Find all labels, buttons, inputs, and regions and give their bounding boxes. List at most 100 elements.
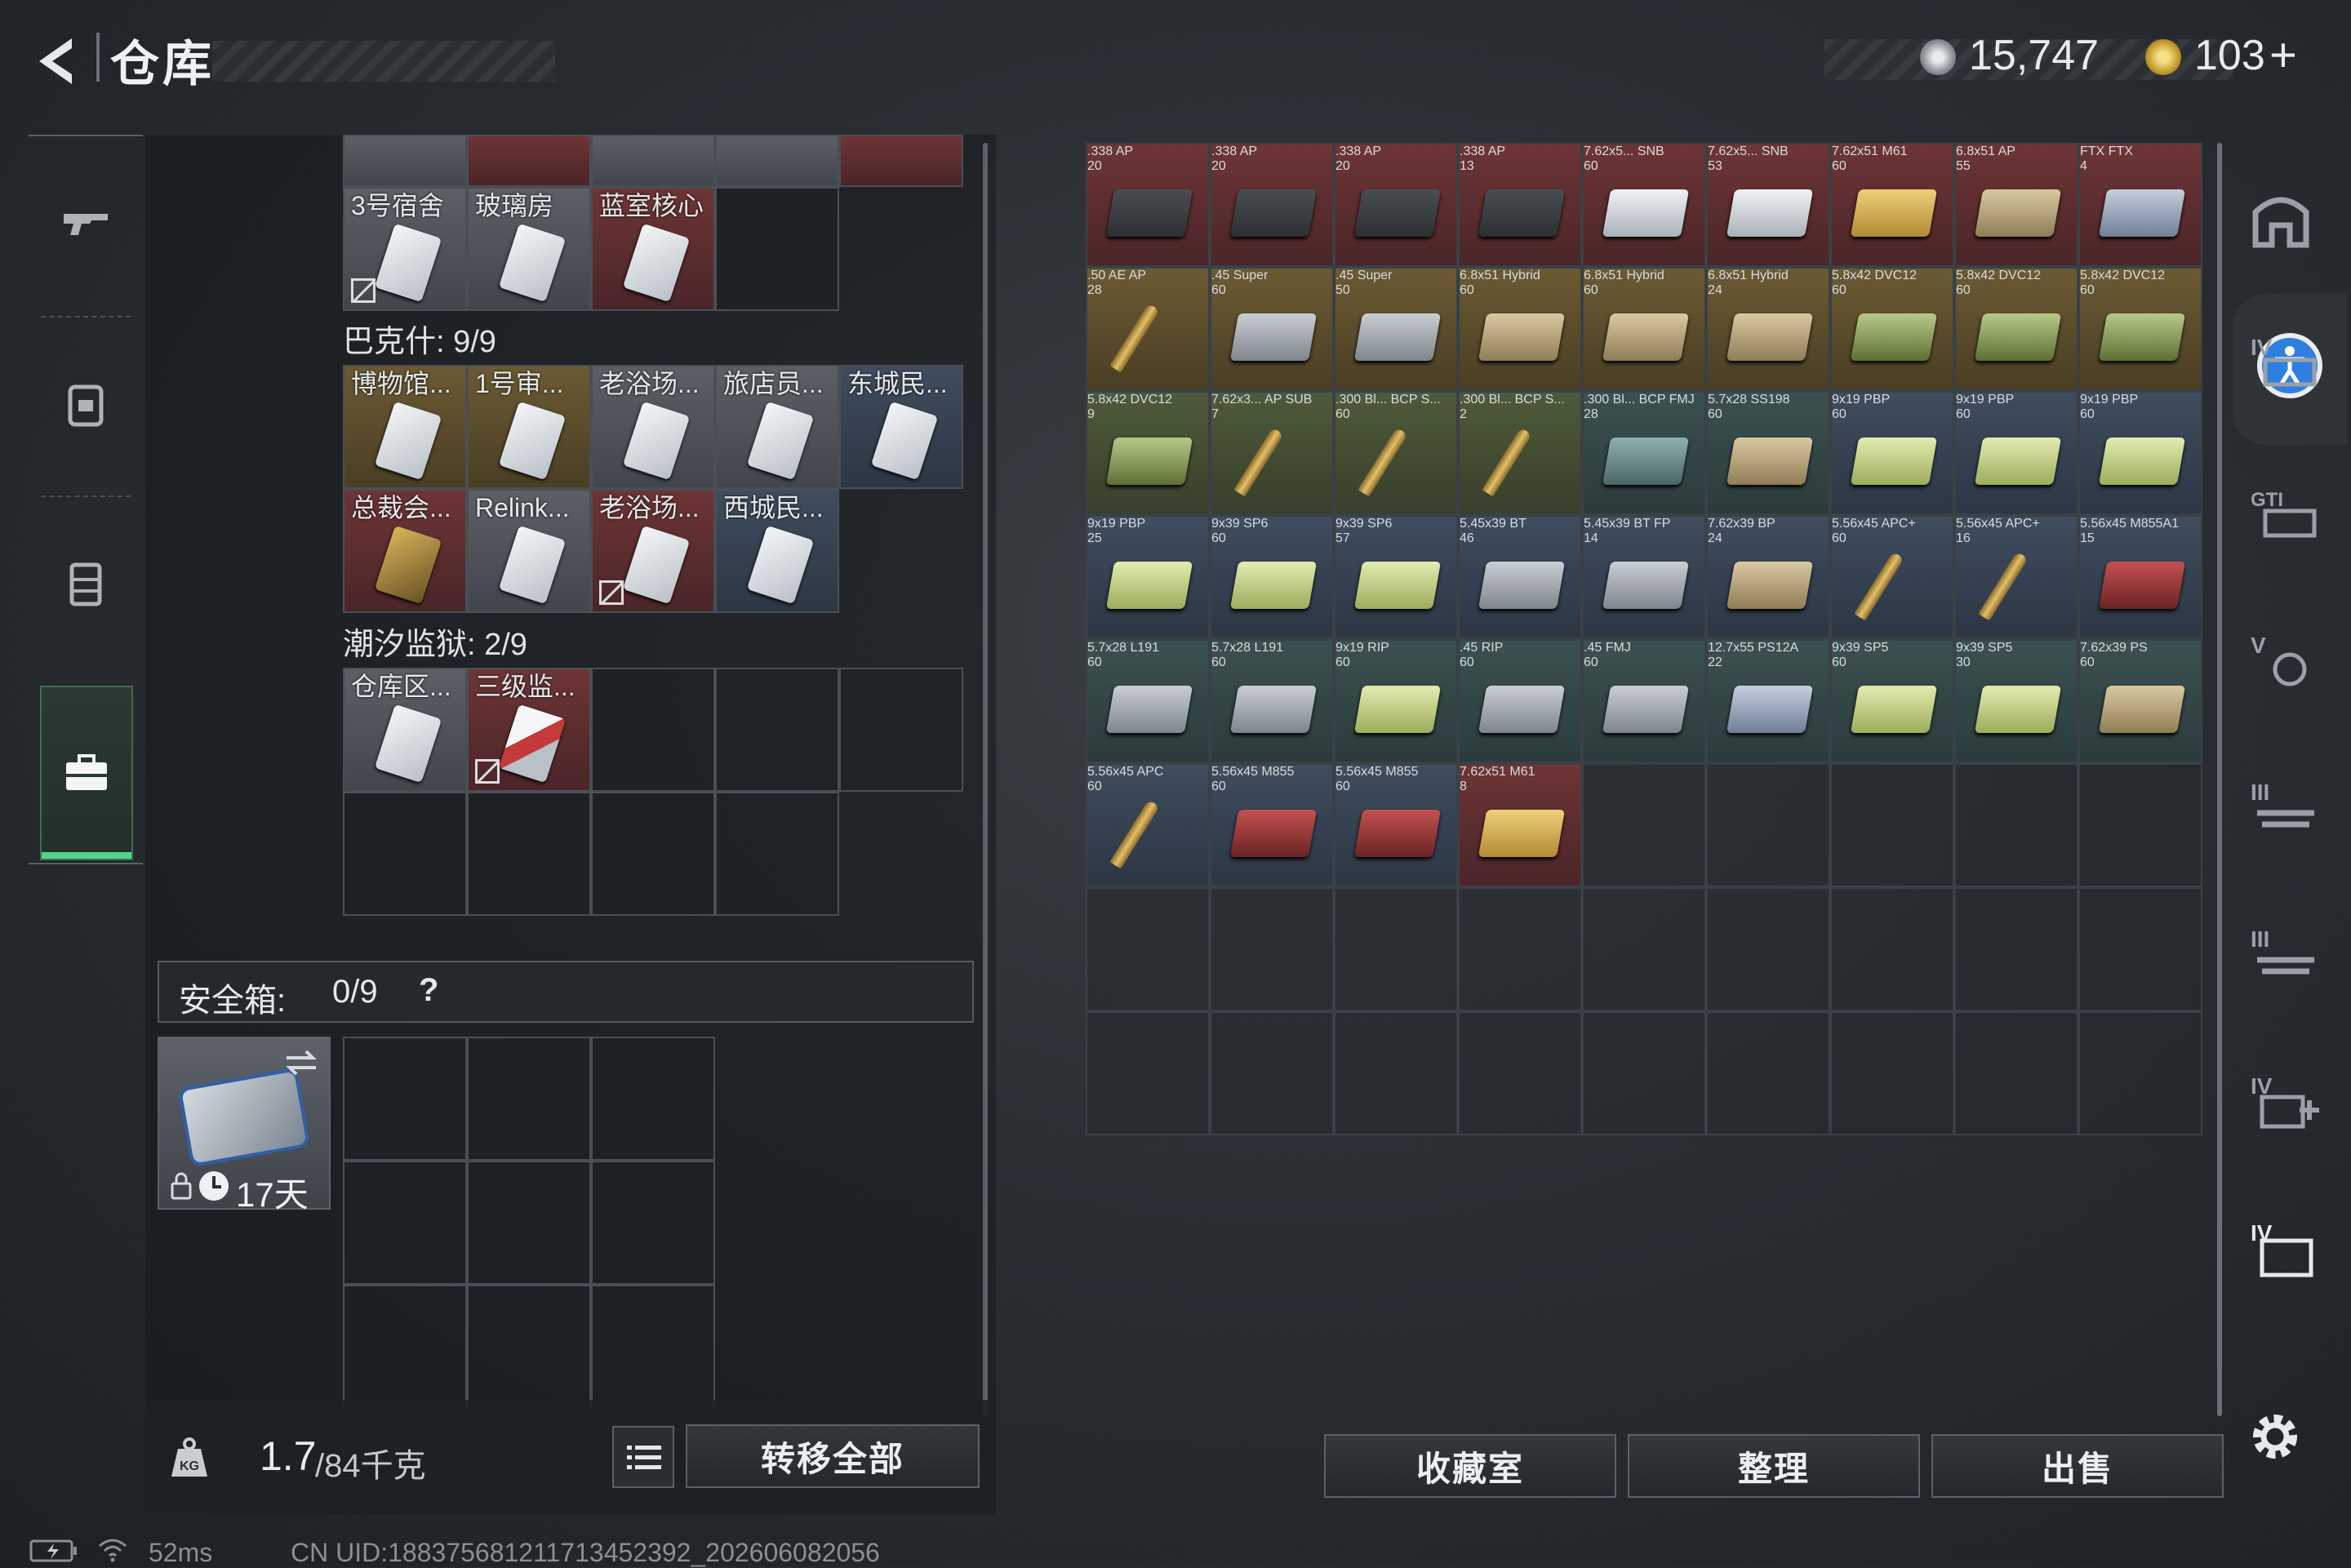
safe-slot[interactable] bbox=[591, 1161, 715, 1285]
stash-ammo-item[interactable]: .45 RIP 60 bbox=[1458, 639, 1582, 763]
keycard-item[interactable]: 博物馆... bbox=[343, 365, 467, 489]
empty-stash-slot[interactable] bbox=[1334, 1011, 1458, 1135]
stash-ammo-item[interactable]: 9x19 RIP 60 bbox=[1334, 639, 1458, 763]
transfer-all-button[interactable]: 转移全部 bbox=[686, 1424, 980, 1488]
stash-ammo-item[interactable]: 5.56x45 M855 60 bbox=[1210, 763, 1334, 887]
stash-ammo-item[interactable]: 6.8x51 AP 55 bbox=[1954, 143, 2078, 267]
stash-ammo-item[interactable]: 5.8x42 DVC12 60 bbox=[1830, 267, 1954, 391]
empty-slot[interactable] bbox=[715, 792, 839, 916]
organize-button[interactable]: 整理 bbox=[1628, 1434, 1920, 1498]
stash-ammo-item[interactable]: FTX FTX 4 bbox=[2078, 143, 2202, 267]
empty-slot[interactable] bbox=[715, 187, 839, 311]
stash-ammo-item[interactable]: 9x39 SP5 60 bbox=[1830, 639, 1954, 763]
safe-slot[interactable] bbox=[343, 1285, 467, 1409]
empty-stash-slot[interactable] bbox=[1210, 887, 1334, 1011]
stash-ammo-item[interactable]: 7.62x5... SNB 60 bbox=[1582, 143, 1706, 267]
list-view-button[interactable] bbox=[612, 1426, 674, 1488]
stash-ammo-item[interactable]: .45 Super 60 bbox=[1210, 267, 1334, 391]
stash-ammo-item[interactable]: .338 AP 13 bbox=[1458, 143, 1582, 267]
tier-iii-icon[interactable]: III bbox=[2249, 775, 2322, 841]
empty-stash-slot[interactable] bbox=[1830, 763, 1954, 887]
stash-ammo-item[interactable]: 7.62x3... AP SUB 7 bbox=[1210, 391, 1334, 515]
stash-ammo-item[interactable]: 12.7x55 PS12A 22 bbox=[1706, 639, 1830, 763]
gti-tier-icon[interactable]: GTI bbox=[2249, 482, 2322, 547]
stash-ammo-item[interactable]: 5.7x28 L191 60 bbox=[1210, 639, 1334, 763]
empty-stash-slot[interactable] bbox=[1086, 1011, 1210, 1135]
inventory-scrollbar[interactable] bbox=[983, 143, 988, 1416]
stash-ammo-item[interactable]: 9x39 SP6 60 bbox=[1210, 515, 1334, 639]
stash-ammo-item[interactable]: 5.45x39 BT 46 bbox=[1458, 515, 1582, 639]
stash-ammo-item[interactable]: 6.8x51 Hybrid 60 bbox=[1582, 267, 1706, 391]
empty-stash-slot[interactable] bbox=[1830, 887, 1954, 1011]
collection-room-button[interactable]: 收藏室 bbox=[1324, 1434, 1616, 1498]
stash-ammo-item[interactable]: .338 AP 20 bbox=[1210, 143, 1334, 267]
empty-stash-slot[interactable] bbox=[1706, 887, 1830, 1011]
empty-stash-slot[interactable] bbox=[1582, 1011, 1706, 1135]
safe-slot[interactable] bbox=[467, 1161, 591, 1285]
empty-stash-slot[interactable] bbox=[1954, 887, 2078, 1011]
inventory-slot[interactable] bbox=[591, 135, 715, 187]
stash-ammo-item[interactable]: .45 FMJ 60 bbox=[1582, 639, 1706, 763]
stash-ammo-item[interactable]: 5.7x28 L191 60 bbox=[1086, 639, 1210, 763]
stash-scrollbar[interactable] bbox=[2217, 143, 2222, 1416]
stash-ammo-item[interactable]: 5.45x39 BT FP 14 bbox=[1582, 515, 1706, 639]
stash-ammo-item[interactable]: 7.62x39 BP 24 bbox=[1706, 515, 1830, 639]
ammo-tier-iv-icon[interactable]: IV bbox=[2249, 331, 2322, 396]
stash-ammo-item[interactable]: .338 AP 20 bbox=[1334, 143, 1458, 267]
safe-slot[interactable] bbox=[467, 1037, 591, 1161]
stash-ammo-item[interactable]: 9x19 PBP 25 bbox=[1086, 515, 1210, 639]
tier-iii-alt-icon[interactable]: III bbox=[2249, 922, 2322, 988]
stash-ammo-item[interactable]: 5.56x45 M855 60 bbox=[1334, 763, 1458, 887]
tier-v-icon[interactable]: V bbox=[2249, 629, 2322, 694]
swap-icon[interactable] bbox=[282, 1046, 321, 1079]
secure-container-item[interactable]: 17天 bbox=[158, 1037, 331, 1214]
keycard-item[interactable]: 旅店员... bbox=[715, 365, 839, 489]
empty-slot[interactable] bbox=[839, 668, 963, 792]
inventory-slot[interactable] bbox=[343, 135, 467, 187]
inventory-slot[interactable] bbox=[467, 135, 591, 187]
back-arrow-icon[interactable] bbox=[24, 29, 90, 94]
stash-ammo-item[interactable]: 7.62x51 M61 8 bbox=[1458, 763, 1582, 887]
help-button[interactable]: ? bbox=[419, 972, 438, 1009]
stash-ammo-item[interactable]: 6.8x51 Hybrid 24 bbox=[1706, 267, 1830, 391]
safe-slot[interactable] bbox=[591, 1285, 715, 1409]
stash-ammo-item[interactable]: .300 Bl... BCP S... 2 bbox=[1458, 391, 1582, 515]
keycard-item[interactable]: Relink... bbox=[467, 489, 591, 613]
keycard-item[interactable]: 1号审... bbox=[467, 365, 591, 489]
container-tier-icon[interactable]: IV bbox=[2249, 1216, 2322, 1281]
empty-slot[interactable] bbox=[591, 668, 715, 792]
stash-ammo-item[interactable]: .300 Bl... BCP S... 60 bbox=[1334, 391, 1458, 515]
stash-ammo-item[interactable]: 5.8x42 DVC12 60 bbox=[1954, 267, 2078, 391]
keycard-item[interactable]: 老浴场... bbox=[591, 365, 715, 489]
empty-stash-slot[interactable] bbox=[1954, 1011, 2078, 1135]
all-items-icon[interactable] bbox=[2244, 188, 2318, 253]
empty-stash-slot[interactable] bbox=[1334, 887, 1458, 1011]
safe-slot[interactable] bbox=[467, 1285, 591, 1409]
safe-slot[interactable] bbox=[343, 1037, 467, 1161]
stash-ammo-item[interactable]: 9x39 SP6 57 bbox=[1334, 515, 1458, 639]
keycard-item[interactable]: 东城民... bbox=[839, 365, 963, 489]
safe-slot[interactable] bbox=[343, 1161, 467, 1285]
stash-ammo-item[interactable]: 7.62x5... SNB 53 bbox=[1706, 143, 1830, 267]
stash-ammo-item[interactable]: .300 Bl... BCP FMJ 28 bbox=[1582, 391, 1706, 515]
sell-button[interactable]: 出售 bbox=[1931, 1434, 2224, 1498]
empty-stash-slot[interactable] bbox=[2078, 887, 2202, 1011]
empty-stash-slot[interactable] bbox=[1458, 887, 1582, 1011]
keycard-item[interactable]: 西城民... bbox=[715, 489, 839, 613]
empty-slot[interactable] bbox=[715, 668, 839, 792]
stash-ammo-item[interactable]: 7.62x39 PS 60 bbox=[2078, 639, 2202, 763]
empty-stash-slot[interactable] bbox=[1582, 887, 1706, 1011]
empty-stash-slot[interactable] bbox=[1582, 763, 1706, 887]
stash-ammo-item[interactable]: 9x19 PBP 60 bbox=[1954, 391, 2078, 515]
keycard-item[interactable]: 蓝室核心 bbox=[591, 187, 715, 311]
stash-ammo-item[interactable]: 9x39 SP5 30 bbox=[1954, 639, 2078, 763]
stash-ammo-item[interactable]: 5.8x42 DVC12 60 bbox=[2078, 267, 2202, 391]
inventory-slot[interactable] bbox=[839, 135, 963, 187]
keycard-item[interactable]: 总裁会... bbox=[343, 489, 467, 613]
stash-ammo-item[interactable]: 9x19 PBP 60 bbox=[2078, 391, 2202, 515]
stash-ammo-item[interactable]: 5.7x28 SS198 60 bbox=[1706, 391, 1830, 515]
empty-stash-slot[interactable] bbox=[1830, 1011, 1954, 1135]
empty-stash-slot[interactable] bbox=[1954, 763, 2078, 887]
weapon-icon[interactable] bbox=[57, 196, 114, 253]
empty-slot[interactable] bbox=[467, 792, 591, 916]
